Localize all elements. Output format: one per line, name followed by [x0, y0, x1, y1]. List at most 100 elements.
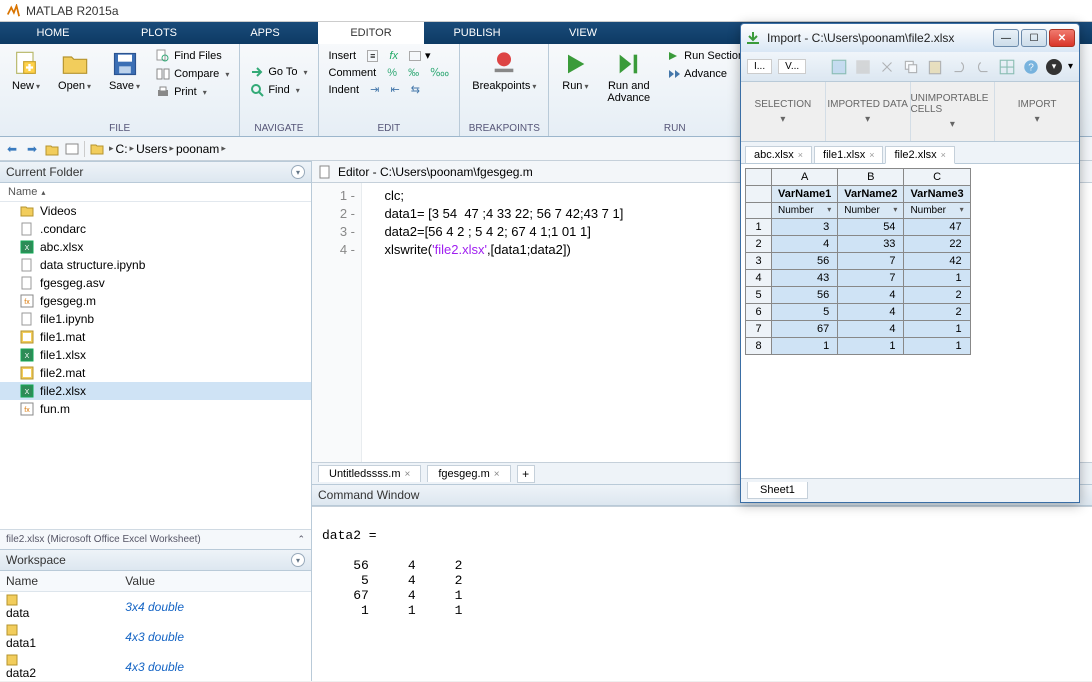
doc-icon: [318, 165, 332, 179]
svg-text:fx: fx: [24, 299, 30, 306]
import-toolbar: I... V... ? ▾ ▾: [741, 52, 1079, 82]
file-row[interactable]: file1.ipynb: [0, 310, 311, 328]
advance-button[interactable]: Advance: [662, 66, 748, 82]
fx-icon[interactable]: fx: [389, 50, 398, 62]
workspace-row[interactable]: data24x3 double: [0, 652, 311, 682]
maximize-button[interactable]: ☐: [1021, 29, 1047, 47]
file-row[interactable]: data structure.ipynb: [0, 256, 311, 274]
redo-icon[interactable]: [974, 58, 992, 76]
import-filetab[interactable]: abc.xlsx×: [745, 146, 812, 163]
close-button[interactable]: ✕: [1049, 29, 1075, 47]
svg-text:X: X: [25, 245, 30, 252]
file-row[interactable]: Xfile1.xlsx: [0, 346, 311, 364]
insert-button[interactable]: Insert ≡ fx ▾: [325, 48, 454, 63]
folder-icon: [20, 204, 34, 218]
panel-menu-icon[interactable]: ▾: [291, 553, 305, 567]
close-icon[interactable]: ×: [405, 469, 411, 480]
layout-icon[interactable]: [998, 58, 1016, 76]
run-button[interactable]: Run: [555, 48, 595, 106]
copy-icon[interactable]: [902, 58, 920, 76]
import-category[interactable]: IMPORT▾: [995, 82, 1079, 141]
import-grid[interactable]: ABCVarName1VarName2VarName3NumberNumberN…: [741, 164, 1079, 478]
main-tab-plots[interactable]: PLOTS: [106, 22, 212, 44]
goto-button[interactable]: Go To: [246, 64, 311, 80]
run-section-button[interactable]: Run Section: [662, 48, 748, 64]
matlab-icon: [6, 4, 20, 18]
expand-icon[interactable]: ▾: [1068, 61, 1073, 72]
import-filetab[interactable]: file2.xlsx×: [885, 146, 954, 164]
file-row[interactable]: fxfgesgeg.m: [0, 292, 311, 310]
minimize-button[interactable]: —: [993, 29, 1019, 47]
back-button[interactable]: ⬅: [4, 141, 20, 157]
file-row[interactable]: Videos: [0, 202, 311, 220]
main-tab-publish[interactable]: PUBLISH: [424, 22, 530, 44]
workspace-row[interactable]: data14x3 double: [0, 622, 311, 652]
save-icon[interactable]: [854, 58, 872, 76]
xls-icon: X: [20, 384, 34, 398]
spacer: [246, 48, 311, 62]
import-tab-i[interactable]: I...: [747, 59, 772, 74]
main-tab-editor[interactable]: EDITOR: [318, 22, 424, 44]
titlebar: MATLAB R2015a: [0, 0, 1092, 22]
up-folder-icon[interactable]: [44, 141, 60, 157]
find-button[interactable]: Find: [246, 82, 311, 98]
command-window[interactable]: data2 = 56 4 2 5 4 2 67 4 1 1 1 1: [312, 506, 1092, 681]
close-icon[interactable]: ×: [494, 469, 500, 480]
file-icon: [20, 312, 34, 326]
panel-menu-icon[interactable]: ▾: [291, 165, 305, 179]
import-category[interactable]: IMPORTED DATA▾: [826, 82, 911, 141]
open-button[interactable]: Open: [52, 48, 97, 100]
breakpoints-button[interactable]: Breakpoints: [466, 48, 542, 94]
close-icon[interactable]: ×: [941, 150, 946, 160]
compare-button[interactable]: Compare: [152, 66, 233, 82]
file-row[interactable]: file2.mat: [0, 364, 311, 382]
main-tab-apps[interactable]: APPS: [212, 22, 318, 44]
dropdown-icon[interactable]: ▾: [1046, 59, 1062, 75]
paste-icon[interactable]: [926, 58, 944, 76]
print-button[interactable]: Print: [152, 84, 233, 100]
run-advance-button[interactable]: Run and Advance: [601, 48, 656, 106]
undo-icon[interactable]: [950, 58, 968, 76]
import-titlebar[interactable]: Import - C:\Users\poonam\file2.xlsx — ☐ …: [741, 24, 1079, 52]
import-tab-v[interactable]: V...: [778, 59, 806, 74]
new-tab-button[interactable]: +: [517, 465, 535, 483]
cut-icon[interactable]: [878, 58, 896, 76]
browse-icon[interactable]: [64, 141, 80, 157]
main-tab-home[interactable]: HOME: [0, 22, 106, 44]
indent-button[interactable]: Indent ⇥ ⇤ ⇆: [325, 82, 454, 97]
help-icon[interactable]: ?: [1022, 58, 1040, 76]
tool-icon[interactable]: [830, 58, 848, 76]
file-row[interactable]: Xabc.xlsx: [0, 238, 311, 256]
close-icon[interactable]: ×: [798, 150, 803, 160]
svg-text:fx: fx: [24, 407, 30, 414]
close-icon[interactable]: ×: [869, 150, 874, 160]
app-title: MATLAB R2015a: [26, 4, 119, 18]
import-filetab[interactable]: file1.xlsx×: [814, 146, 883, 163]
file-row[interactable]: fgesgeg.asv: [0, 274, 311, 292]
file-icon: [20, 276, 34, 290]
breadcrumb[interactable]: ▸ C: ▸ Users ▸ poonam ▸: [109, 142, 226, 156]
import-category[interactable]: SELECTION▾: [741, 82, 826, 141]
file-row[interactable]: file1.mat: [0, 328, 311, 346]
forward-button[interactable]: ➡: [24, 141, 40, 157]
import-window: Import - C:\Users\poonam\file2.xlsx — ☐ …: [740, 23, 1080, 503]
file-icon: [20, 258, 34, 272]
main-tab-view[interactable]: VIEW: [530, 22, 636, 44]
new-button[interactable]: New: [6, 48, 46, 100]
editor-tab[interactable]: Untitledssss.m×: [318, 465, 421, 482]
workspace-header: Workspace ▾: [0, 549, 311, 571]
workspace-table: NameValue data3x4 doubledata14x3 doubled…: [0, 571, 311, 681]
import-categories: SELECTION▾IMPORTED DATA▾UNIMPORTABLE CEL…: [741, 82, 1079, 142]
file-row[interactable]: Xfile2.xlsx: [0, 382, 311, 400]
folder-icon: [89, 141, 105, 157]
current-folder-header: Current Folder ▾: [0, 161, 311, 183]
comment-button[interactable]: Comment % ‰ ‱: [325, 65, 454, 80]
file-row[interactable]: fxfun.m: [0, 400, 311, 418]
sheet-tab[interactable]: Sheet1: [747, 482, 808, 499]
save-button[interactable]: Save: [103, 48, 146, 100]
import-category[interactable]: UNIMPORTABLE CELLS▾: [911, 82, 996, 141]
workspace-row[interactable]: data3x4 double: [0, 592, 311, 623]
find-files-button[interactable]: Find Files: [152, 48, 233, 64]
editor-tab[interactable]: fgesgeg.m×: [427, 465, 510, 482]
file-row[interactable]: .condarc: [0, 220, 311, 238]
